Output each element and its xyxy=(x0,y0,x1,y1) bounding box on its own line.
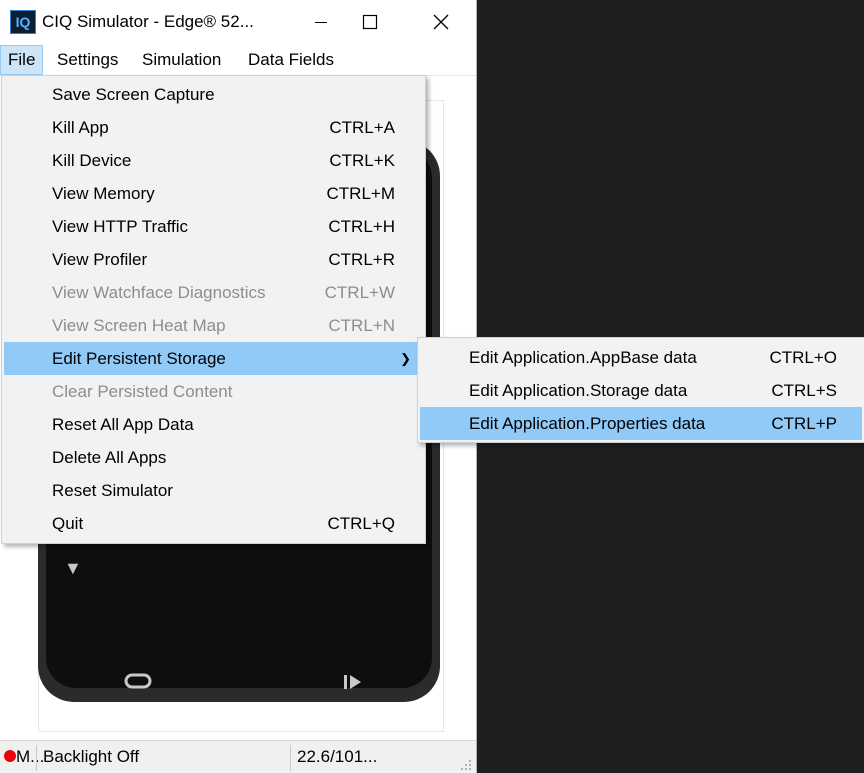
menu-item-label: View Profiler xyxy=(52,250,148,269)
maximize-button[interactable] xyxy=(346,0,392,45)
close-button[interactable] xyxy=(418,0,464,45)
menu-item-shortcut: CTRL+W xyxy=(324,283,395,302)
menu-item-view-profiler[interactable]: View Profiler CTRL+R xyxy=(4,243,423,276)
menu-item-shortcut: CTRL+H xyxy=(328,217,395,236)
menu-item-view-http-traffic[interactable]: View HTTP Traffic CTRL+H xyxy=(4,210,423,243)
menu-item-edit-persistent-storage[interactable]: Edit Persistent Storage ❯ xyxy=(4,342,423,375)
backlight-status: Backlight Off xyxy=(43,747,140,766)
file-menu: Save Screen Capture Kill App CTRL+A Kill… xyxy=(1,75,426,544)
menu-file[interactable]: File xyxy=(0,45,44,75)
menu-item-shortcut: CTRL+M xyxy=(326,184,395,203)
menu-item-shortcut: CTRL+N xyxy=(328,316,395,335)
status-divider xyxy=(36,745,37,771)
title-bar[interactable]: IQ CIQ Simulator - Edge® 52... xyxy=(0,0,476,45)
window-title: CIQ Simulator - Edge® 52... xyxy=(42,12,254,31)
status-bar: M... Backlight Off 22.6/101... xyxy=(0,740,476,773)
menu-item-label: View HTTP Traffic xyxy=(52,217,189,236)
menu-item-edit-properties-data[interactable]: Edit Application.Properties data CTRL+P xyxy=(420,407,862,440)
menu-item-label: Edit Application.Properties data xyxy=(469,414,706,433)
chevron-right-icon: ❯ xyxy=(400,351,411,366)
resize-grip-icon[interactable] xyxy=(460,759,472,771)
position-status: 22.6/101... xyxy=(297,747,378,766)
menu-item-view-watchface-diagnostics: View Watchface Diagnostics CTRL+W xyxy=(4,276,423,309)
persistent-storage-submenu: Edit Application.AppBase data CTRL+O Edi… xyxy=(417,337,864,443)
menu-item-reset-simulator[interactable]: Reset Simulator xyxy=(4,474,423,507)
close-icon xyxy=(433,14,449,30)
minimize-button[interactable] xyxy=(298,0,344,45)
menu-item-shortcut: CTRL+O xyxy=(769,348,837,367)
record-label: M... xyxy=(16,747,45,766)
menu-item-label: Save Screen Capture xyxy=(52,85,215,104)
menu-item-label: Edit Persistent Storage xyxy=(52,349,226,368)
status-divider xyxy=(290,745,291,771)
menu-item-label: View Memory xyxy=(52,184,155,203)
menu-item-clear-persisted-content: Clear Persisted Content xyxy=(4,375,423,408)
menu-settings[interactable]: Settings xyxy=(50,45,125,75)
menu-item-label: Kill Device xyxy=(52,151,132,170)
maximize-icon xyxy=(362,14,378,30)
menu-item-label: Clear Persisted Content xyxy=(52,382,233,401)
menu-simulation[interactable]: Simulation xyxy=(135,45,228,75)
record-dot-icon xyxy=(4,750,16,763)
minimize-icon xyxy=(315,22,327,23)
menu-data-fields[interactable]: Data Fields xyxy=(241,45,341,75)
menu-item-view-memory[interactable]: View Memory CTRL+M xyxy=(4,177,423,210)
menu-item-shortcut: CTRL+R xyxy=(328,250,395,269)
menu-item-label: Edit Application.Storage data xyxy=(469,381,688,400)
menu-item-shortcut: CTRL+S xyxy=(771,381,837,400)
connect-iq-icon: IQ xyxy=(10,10,36,34)
menu-item-shortcut: CTRL+P xyxy=(771,414,837,433)
menu-item-label: Reset Simulator xyxy=(52,481,173,500)
start-stop-icon[interactable] xyxy=(342,672,364,692)
menu-item-label: Delete All Apps xyxy=(52,448,167,467)
menu-item-label: View Screen Heat Map xyxy=(52,316,226,335)
menu-item-shortcut: CTRL+A xyxy=(329,118,395,137)
menu-item-delete-all-apps[interactable]: Delete All Apps xyxy=(4,441,423,474)
menu-item-edit-storage-data[interactable]: Edit Application.Storage data CTRL+S xyxy=(420,374,862,407)
menu-bar: File Settings Simulation Data Fields xyxy=(0,45,476,76)
down-arrow-icon[interactable]: ▼ xyxy=(64,558,82,579)
menu-item-label: Edit Application.AppBase data xyxy=(469,348,697,367)
menu-item-kill-device[interactable]: Kill Device CTRL+K xyxy=(4,144,423,177)
menu-item-quit[interactable]: Quit CTRL+Q xyxy=(4,507,423,540)
menu-item-label: Quit xyxy=(52,514,84,533)
menu-item-kill-app[interactable]: Kill App CTRL+A xyxy=(4,111,423,144)
record-status: M... xyxy=(4,741,44,773)
menu-item-label: Kill App xyxy=(52,118,109,137)
lap-icon[interactable] xyxy=(124,670,152,692)
menu-item-edit-appbase-data[interactable]: Edit Application.AppBase data CTRL+O xyxy=(420,341,862,374)
menu-item-shortcut: CTRL+Q xyxy=(327,514,395,533)
menu-item-save-screen-capture[interactable]: Save Screen Capture xyxy=(4,78,423,111)
menu-item-shortcut: CTRL+K xyxy=(329,151,395,170)
menu-item-view-screen-heat-map: View Screen Heat Map CTRL+N xyxy=(4,309,423,342)
menu-item-reset-all-app-data[interactable]: Reset All App Data xyxy=(4,408,423,441)
menu-item-label: Reset All App Data xyxy=(52,415,194,434)
menu-item-label: View Watchface Diagnostics xyxy=(52,283,266,302)
